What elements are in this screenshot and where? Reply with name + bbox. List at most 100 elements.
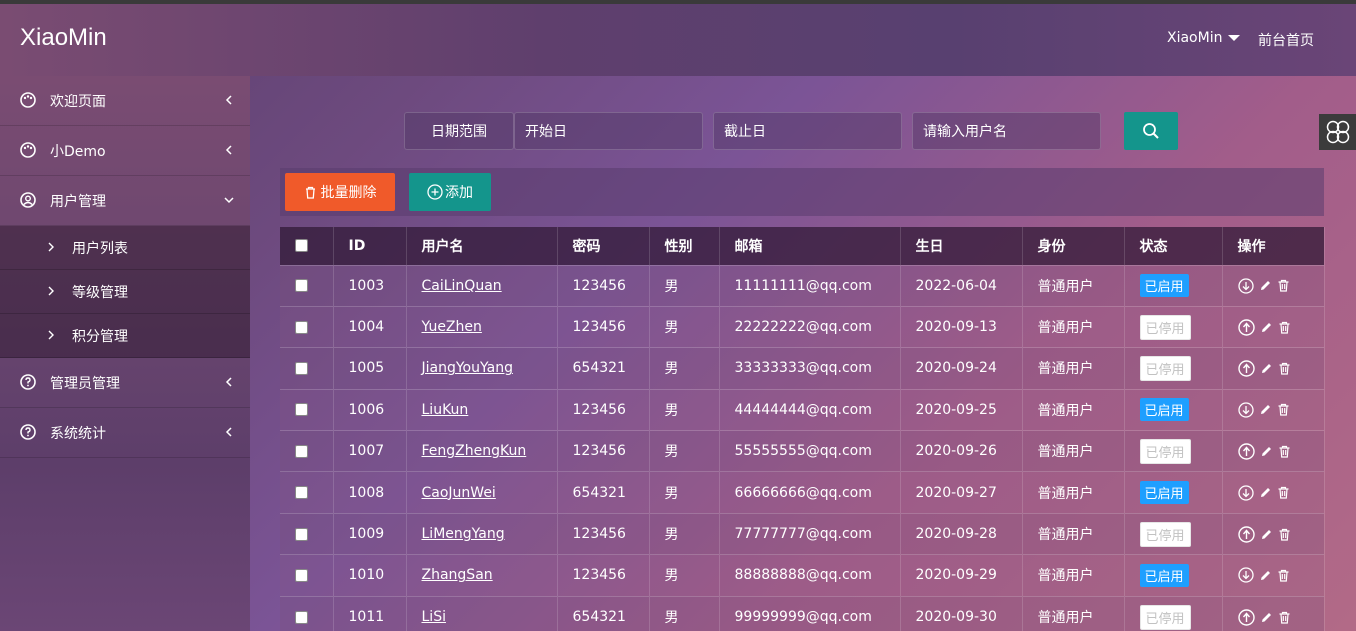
row-checkbox[interactable] xyxy=(295,527,308,541)
end-date-input[interactable]: 截止日 xyxy=(713,112,902,150)
edit-pencil-icon xyxy=(1261,529,1271,539)
toggle-status-button[interactable] xyxy=(1237,278,1254,294)
sidebar-item-users[interactable]: 用户管理 xyxy=(0,176,250,226)
password-cell: 123456 xyxy=(557,264,650,307)
username-link[interactable]: LiSi xyxy=(422,609,446,625)
username-link[interactable]: LiuKun xyxy=(422,402,469,418)
row-checkbox[interactable] xyxy=(295,486,308,500)
delete-button[interactable] xyxy=(1278,611,1291,624)
sidebar-subitem-levels[interactable]: 等级管理 xyxy=(0,270,250,314)
column-header[interactable]: 邮箱 xyxy=(719,227,901,265)
delete-button[interactable] xyxy=(1277,403,1290,416)
row-checkbox[interactable] xyxy=(295,320,308,334)
edit-button[interactable] xyxy=(1259,569,1272,582)
sidebar-item-welcome[interactable]: 欢迎页面 xyxy=(0,76,250,126)
add-button[interactable]: 添加 xyxy=(409,173,491,211)
delete-button[interactable] xyxy=(1277,279,1290,292)
trash-icon xyxy=(1279,321,1289,334)
sidebar-item-demo[interactable]: 小Demo xyxy=(0,126,250,176)
username-link[interactable]: JiangYouYang xyxy=(422,360,513,376)
user-menu[interactable]: XiaoMin xyxy=(1167,30,1241,46)
toggle-status-button[interactable] xyxy=(1237,525,1255,543)
front-page-link[interactable]: 前台首页 xyxy=(1258,30,1314,50)
row-checkbox[interactable] xyxy=(295,279,308,293)
actions-cell xyxy=(1222,471,1325,514)
edit-button[interactable] xyxy=(1259,486,1272,499)
password-cell: 654321 xyxy=(557,347,650,390)
edit-button[interactable] xyxy=(1260,321,1273,334)
edit-button[interactable] xyxy=(1260,528,1273,541)
search-button[interactable] xyxy=(1124,112,1178,150)
row-select-cell xyxy=(280,595,334,631)
username-link[interactable]: ZhangSan xyxy=(422,567,493,583)
delete-button[interactable] xyxy=(1278,362,1291,375)
add-label: 添加 xyxy=(445,185,473,201)
toggle-status-button[interactable] xyxy=(1237,318,1255,336)
delete-button[interactable] xyxy=(1278,321,1291,334)
row-checkbox[interactable] xyxy=(295,610,308,624)
sidebar-subitem-points[interactable]: 积分管理 xyxy=(0,314,250,358)
toggle-status-button[interactable] xyxy=(1237,484,1254,501)
delete-button[interactable] xyxy=(1278,528,1291,541)
table-row: 1006 LiuKun 123456 男 44444444@qq.com 2020-09-… xyxy=(280,388,1325,431)
username-link[interactable]: FengZhengKun xyxy=(422,443,527,459)
column-header[interactable]: 身份 xyxy=(1022,227,1125,265)
status-cell: 已停用 xyxy=(1124,430,1223,472)
sidebar-subitem-user-list[interactable]: 用户列表 xyxy=(0,226,250,270)
toggle-status-button[interactable] xyxy=(1237,360,1255,377)
email-cell: 99999999@qq.com xyxy=(719,595,901,631)
column-header[interactable]: 性别 xyxy=(649,227,720,265)
status-cell: 已启用 xyxy=(1124,471,1223,514)
delete-button[interactable] xyxy=(1277,486,1290,499)
row-checkbox[interactable] xyxy=(295,361,308,375)
username-search-input[interactable]: 请输入用户名 xyxy=(912,112,1101,150)
arrow-up-circle-icon xyxy=(1237,443,1255,460)
chevron-down-icon xyxy=(224,197,234,204)
gender-cell: 男 xyxy=(649,388,720,431)
sidebar-item-admins[interactable]: 管理员管理 xyxy=(0,358,250,408)
id-cell: 1003 xyxy=(333,264,407,307)
actions-cell xyxy=(1222,430,1325,472)
table-row: 1004 YueZhen 123456 男 22222222@qq.com 2020-09… xyxy=(280,305,1325,348)
toggle-status-button[interactable] xyxy=(1237,443,1255,460)
birthday-cell: 2020-09-27 xyxy=(900,471,1023,514)
toggle-status-button[interactable] xyxy=(1237,402,1254,418)
row-checkbox[interactable] xyxy=(295,444,308,458)
edit-button[interactable] xyxy=(1260,611,1273,624)
username-link[interactable]: CaiLinQuan xyxy=(422,278,502,294)
arrow-down-circle-icon xyxy=(1237,278,1254,294)
status-badge: 已启用 xyxy=(1139,563,1189,587)
column-header[interactable]: 用户名 xyxy=(406,227,558,265)
email-cell: 77777777@qq.com xyxy=(719,512,901,555)
table-row: 1005 JiangYouYang 654321 男 33333333@qq.com 20… xyxy=(280,347,1325,390)
username-cell: CaiLinQuan xyxy=(406,264,558,307)
column-header[interactable]: 生日 xyxy=(900,227,1023,265)
edit-button[interactable] xyxy=(1260,362,1273,375)
username-link[interactable]: YueZhen xyxy=(422,319,482,335)
column-header[interactable]: 密码 xyxy=(557,227,650,265)
edit-button[interactable] xyxy=(1259,403,1272,416)
edit-button[interactable] xyxy=(1259,279,1272,292)
column-header[interactable]: 操作 xyxy=(1222,227,1325,265)
edit-pencil-icon xyxy=(1260,570,1270,580)
username-link[interactable]: LiMengYang xyxy=(422,526,505,542)
select-all-checkbox[interactable] xyxy=(295,239,308,253)
edit-button[interactable] xyxy=(1260,445,1273,458)
column-header[interactable]: ID xyxy=(333,227,407,265)
batch-delete-button[interactable]: 批量删除 xyxy=(285,173,395,211)
toggle-status-button[interactable] xyxy=(1237,567,1254,584)
delete-button[interactable] xyxy=(1278,445,1291,458)
email-cell: 33333333@qq.com xyxy=(719,347,901,390)
column-header[interactable]: 状态 xyxy=(1124,227,1223,265)
username-cell: LiMengYang xyxy=(406,512,558,555)
logo[interactable]: XiaoMin xyxy=(20,24,107,52)
toggle-status-button[interactable] xyxy=(1237,608,1255,626)
row-checkbox[interactable] xyxy=(295,568,308,582)
floating-widget[interactable] xyxy=(1319,114,1356,150)
delete-button[interactable] xyxy=(1277,569,1290,582)
username-link[interactable]: CaoJunWei xyxy=(422,485,496,501)
row-checkbox[interactable] xyxy=(295,403,308,417)
start-date-input[interactable]: 开始日 xyxy=(514,112,703,150)
status-badge: 已停用 xyxy=(1139,604,1191,630)
sidebar-item-stats[interactable]: 系统统计 xyxy=(0,408,250,458)
